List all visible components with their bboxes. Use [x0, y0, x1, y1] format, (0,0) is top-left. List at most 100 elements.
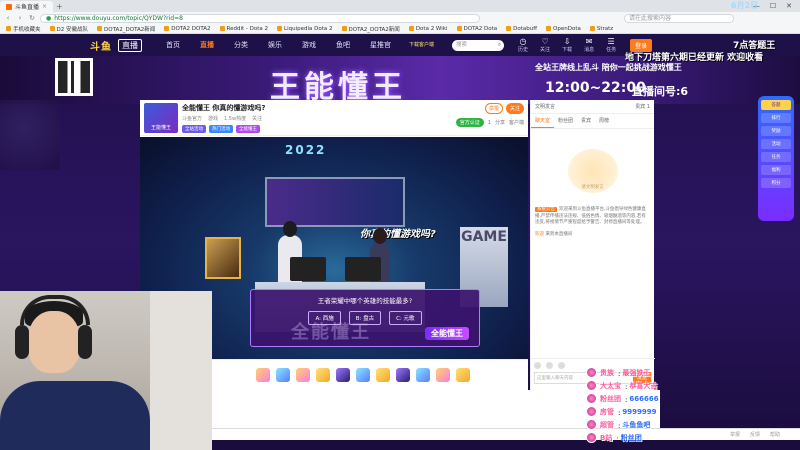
rail-item[interactable]: 任务	[761, 152, 791, 162]
tag-event[interactable]: 全能懂王	[236, 125, 260, 133]
nav-yuba[interactable]: 鱼吧	[326, 40, 360, 50]
site-logo[interactable]: 斗鱼	[90, 38, 112, 53]
room-category[interactable]: 游戏	[208, 115, 218, 122]
nav-category[interactable]: 分类	[224, 40, 258, 50]
rail-item[interactable]: 积分	[761, 178, 791, 188]
message-button[interactable]: ✉ 消息	[584, 37, 594, 53]
room-heat: 1.5w热度	[224, 116, 247, 122]
nav-star[interactable]: 星推官	[360, 40, 401, 50]
bookmark-label: DOTA2_DOTA2新闻	[104, 26, 156, 33]
search-icon[interactable]: ⌕	[498, 40, 501, 51]
gift-icon[interactable]	[396, 367, 410, 382]
webcam-face	[28, 311, 80, 373]
welcome-text: 来到本直播间	[545, 231, 573, 237]
tab-fans[interactable]: 粉丝团	[554, 114, 577, 128]
share-button[interactable]: 分享	[495, 119, 505, 126]
gift-icon[interactable]	[276, 367, 290, 382]
bookmark-item[interactable]: DOTA2_DOTA2新闻	[97, 25, 155, 33]
rail-item[interactable]: 活动	[761, 139, 791, 149]
gift-icon[interactable]	[316, 367, 330, 382]
bookmark-item[interactable]: 手机收藏夹	[6, 25, 41, 33]
follow-room-button[interactable]: 关注	[505, 103, 524, 114]
address-bar[interactable]: ● https://www.douyu.com/topic/QYDW?rid=8	[40, 13, 480, 23]
bookmark-item[interactable]: Dota 2 Wiki	[408, 26, 448, 32]
gift-icon[interactable]	[436, 367, 450, 382]
webcam-wall	[150, 291, 212, 450]
new-tab-button[interactable]: +	[56, 2, 63, 11]
bookmark-item[interactable]: Reddit - Dota 2	[219, 26, 268, 32]
follow-button[interactable]: ♡ 关注	[540, 37, 550, 53]
tab-close-icon[interactable]: ×	[42, 3, 47, 10]
site-search-input[interactable]: 搜索 ⌕	[452, 39, 505, 51]
footer-help[interactable]: 帮助	[770, 431, 780, 438]
footer-feedback[interactable]: 反馈	[750, 431, 760, 438]
maximize-icon[interactable]: ☐	[770, 2, 776, 10]
nav-entertainment[interactable]: 娱乐	[258, 40, 292, 50]
fan-badge-icon[interactable]	[546, 362, 553, 369]
donor-badge-icon	[586, 419, 597, 430]
color-icon[interactable]	[558, 362, 565, 369]
rail-item[interactable]: 奖励	[761, 126, 791, 136]
reload-icon[interactable]: ↻	[28, 14, 36, 22]
stage-year: 2022	[285, 143, 327, 157]
report-button[interactable]: 举报	[484, 103, 503, 114]
client-button[interactable]: 客户端	[509, 119, 524, 126]
nav-live[interactable]: 直播	[190, 40, 224, 50]
room-avatar[interactable]: 王能懂王	[144, 103, 178, 133]
bookmark-item[interactable]: DOTA2_DOTA2新闻	[341, 25, 400, 33]
gift-icon[interactable]	[376, 367, 390, 382]
rail-item[interactable]: 排行	[761, 113, 791, 123]
nav-home[interactable]: 首页	[156, 40, 190, 50]
chat-welcome: 欢迎 来到本直播间	[535, 231, 650, 237]
history-button[interactable]: ◷ 历史	[518, 37, 528, 53]
laptop-left	[290, 257, 326, 281]
tab-chatroom[interactable]: 聊天室	[531, 114, 555, 128]
download-client-link[interactable]: 下载客户端	[409, 42, 434, 48]
donor-badge-icon	[586, 367, 597, 378]
rail-item[interactable]: 答题	[761, 100, 791, 110]
verified-chip: 官方认证	[455, 118, 484, 127]
chat-rule-link[interactable]: 文明发言	[535, 103, 555, 110]
vip-count[interactable]: 贵宾 1	[635, 103, 650, 110]
gift-icon[interactable]	[456, 367, 470, 382]
event-banner: 王能懂王 全站王牌线上乱斗 陪你一起挑战游戏懂王 12:00~22:00 直播间…	[0, 56, 800, 104]
tag-hot[interactable]: 热门活动	[209, 125, 233, 133]
streamer-webcam	[0, 291, 212, 450]
gift-icon[interactable]	[336, 367, 350, 382]
room-owner[interactable]: 斗鱼官方	[182, 115, 202, 122]
gift-icon[interactable]	[296, 367, 310, 382]
bookmark-item[interactable]: OpenDota	[546, 26, 581, 32]
bookmark-item[interactable]: DOTA2 DOTA2	[164, 26, 211, 32]
tab-weekly[interactable]: 周榜	[595, 114, 613, 128]
donor-badge-icon	[586, 432, 597, 443]
bookmark-item[interactable]: D2 安徽战队	[49, 25, 88, 33]
bookmark-item[interactable]: Liquipedia Dota 2	[277, 26, 333, 32]
gift-icon[interactable]	[256, 367, 270, 382]
tab-vip[interactable]: 贵宾	[577, 114, 595, 128]
bookmark-item[interactable]: Stratz	[589, 26, 613, 32]
gift-icon[interactable]	[356, 367, 370, 382]
tag-activity[interactable]: 全站活动	[182, 125, 206, 133]
task-button[interactable]: ☰ 任务	[606, 37, 616, 53]
donor-separator: :	[617, 368, 620, 377]
emoji-icon[interactable]	[534, 362, 541, 369]
quiz-option-c[interactable]: C: 元歌	[389, 311, 422, 325]
task-icon: ☰	[607, 37, 615, 46]
browser-tab[interactable]: 斗鱼直播 ×	[0, 1, 54, 12]
rail-item[interactable]: 福利	[761, 165, 791, 175]
nav-games[interactable]: 游戏	[292, 40, 326, 50]
bookmark-icon	[277, 26, 283, 31]
forward-icon[interactable]: ›	[16, 14, 24, 22]
footer-report[interactable]: 举报	[730, 431, 740, 438]
bookmark-item[interactable]: Dotabuff	[506, 26, 537, 32]
history-icon: ◷	[519, 37, 527, 46]
gift-icon[interactable]	[416, 367, 430, 382]
donor-label: 贵族	[600, 368, 614, 377]
bookmark-item[interactable]: DOTA2 Dota	[456, 26, 497, 32]
close-window-icon[interactable]: ✕	[786, 2, 792, 10]
download-button[interactable]: ⇩ 下载	[562, 37, 572, 53]
back-icon[interactable]: ‹	[4, 14, 12, 22]
browser-search-input[interactable]: 请在此搜索内容	[624, 13, 734, 23]
browser-tabbar: 斗鱼直播 × + — ☐ ✕	[0, 0, 800, 12]
url-text: https://www.douyu.com/topic/QYDW?rid=8	[54, 14, 183, 22]
